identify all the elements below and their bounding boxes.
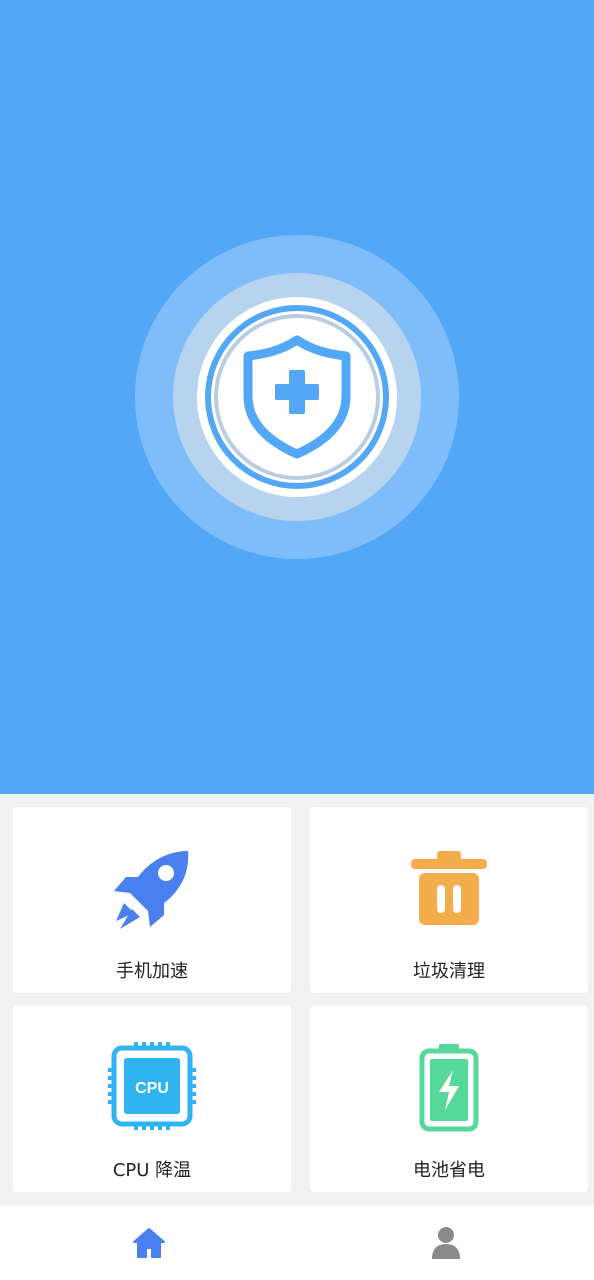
- nav-tab-profile[interactable]: [297, 1206, 594, 1280]
- junk-clean-card[interactable]: 垃圾清理: [310, 807, 588, 993]
- trash-icon: [411, 851, 487, 925]
- battery-save-card[interactable]: 电池省电: [310, 1006, 588, 1192]
- home-icon: [132, 1228, 165, 1258]
- battery-save-label: 电池省电: [413, 1160, 485, 1181]
- user-icon: [431, 1227, 460, 1259]
- cpu-chip-text: CPU: [135, 1080, 169, 1097]
- cpu-cool-card[interactable]: CPU CPU 降温: [13, 1006, 291, 1192]
- phone-boost-card[interactable]: 手机加速: [13, 807, 291, 993]
- rocket-icon: [114, 851, 189, 929]
- battery-charging-icon: [419, 1044, 479, 1132]
- bottom-nav: [0, 1206, 594, 1280]
- cpu-chip-icon: CPU: [108, 1042, 196, 1130]
- feature-grid: 手机加速 垃圾清理 CPU CPU 降温 电池省电: [0, 794, 594, 1206]
- shield-plus-icon[interactable]: [242, 334, 352, 460]
- junk-clean-label: 垃圾清理: [413, 961, 485, 982]
- nav-tab-home[interactable]: [0, 1206, 297, 1280]
- cpu-cool-label: CPU 降温: [112, 1160, 192, 1181]
- phone-boost-label: 手机加速: [116, 961, 188, 982]
- hero-banner: [0, 0, 594, 794]
